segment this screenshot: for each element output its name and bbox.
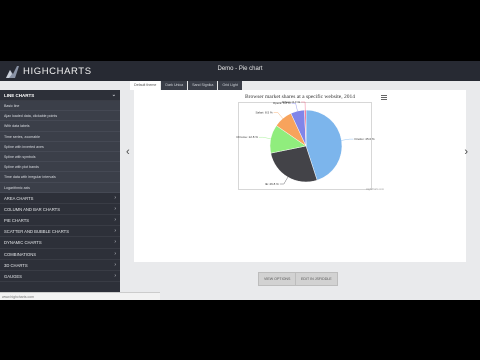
category-label: 3D CHARTS <box>4 262 28 268</box>
sidebar-category-gauges[interactable]: GAUGES › <box>0 271 120 283</box>
chevron-right-icon: › <box>114 217 116 224</box>
sidebar-category-scatter-bubble[interactable]: SCATTER AND BUBBLE CHARTS › <box>0 226 120 238</box>
highcharts-logo-icon <box>6 65 19 78</box>
pie-label-safari: Safari: 8.5 % <box>255 110 273 114</box>
category-label: AREA CHARTS <box>4 195 34 201</box>
sidebar-item[interactable]: With data labels <box>0 121 120 132</box>
category-label: SCATTER AND BUBBLE CHARTS <box>4 229 69 235</box>
sidebar-item[interactable]: Logarithmic axis <box>0 182 120 193</box>
category-label: PIE CHARTS <box>4 218 30 224</box>
category-label: COMBINATIONS <box>4 251 37 257</box>
chevron-right-icon: › <box>114 205 116 212</box>
page-title: Demo - Pie chart <box>217 66 263 72</box>
chevron-right-icon: › <box>114 273 116 279</box>
pie-label-others: Others: 0.7 % <box>282 100 301 104</box>
previous-demo-arrow-icon[interactable]: ‹ <box>126 146 130 158</box>
next-demo-arrow-icon[interactable]: › <box>464 146 468 158</box>
pie-label-firefox: Firefox: 45.0 % <box>354 137 375 141</box>
pie-connector-opera <box>291 103 298 112</box>
chart-credits[interactable]: Highcharts.com <box>366 188 384 191</box>
status-bar-url: www.highcharts.com <box>0 292 160 300</box>
sidebar-item[interactable]: Time data with irregular intervals <box>0 172 120 183</box>
brand-name: HIGHCHARTS <box>23 66 92 77</box>
pie-chart: Firefox: 45.0 % IE: 26.8 % Chrome: 12.8 % S… <box>236 100 375 186</box>
sidebar-item[interactable]: Basic line <box>0 101 120 112</box>
sidebar-item[interactable]: Spline with plot bands <box>0 162 120 173</box>
pie-connector-chrome <box>258 137 271 140</box>
chevron-right-icon: › <box>114 261 116 268</box>
pie-connector-ie <box>279 177 289 185</box>
theme-tabs: Default theme Dark Unica Sand Signika Gr… <box>130 81 243 90</box>
chevron-right-icon: › <box>114 250 116 257</box>
tab-dark-unica[interactable]: Dark Unica <box>161 81 188 90</box>
sidebar: LINE CHARTS ⌄ Basic line Ajax loaded dat… <box>0 90 120 300</box>
top-bar: HIGHCHARTS Demo - Pie chart <box>0 61 480 81</box>
main-content: ‹ Browser market shares at a specific we… <box>120 90 480 300</box>
sidebar-item[interactable]: Spline with symbols <box>0 151 120 163</box>
sidebar-item[interactable]: Spline with inverted axes <box>0 141 120 152</box>
category-label: GAUGES <box>4 274 22 279</box>
sidebar-section-line-charts[interactable]: LINE CHARTS ⌄ <box>0 90 120 101</box>
chevron-down-icon: ⌄ <box>111 92 116 98</box>
chevron-right-icon: › <box>114 239 116 246</box>
edit-in-jsfiddle-button[interactable]: EDIT IN JSFIDDLE <box>295 272 338 286</box>
sidebar-section-label: LINE CHARTS <box>4 93 35 98</box>
chart-container: Browser market shares at a specific webs… <box>134 90 466 262</box>
tab-default-theme[interactable]: Default theme <box>130 81 161 90</box>
sidebar-category-column-bar[interactable]: COLUMN AND BAR CHARTS › <box>0 204 120 216</box>
sidebar-category-pie[interactable]: PIE CHARTS › <box>0 215 120 227</box>
sidebar-item[interactable]: Time series, zoomable <box>0 131 120 142</box>
category-label: COLUMN AND BAR CHARTS <box>4 206 60 212</box>
pie-connector-safari <box>273 112 283 119</box>
sidebar-category-combinations[interactable]: COMBINATIONS › <box>0 249 120 260</box>
chevron-right-icon: › <box>114 228 116 235</box>
tab-grid-light[interactable]: Grid Light <box>218 81 242 90</box>
chevron-right-icon: › <box>114 194 116 201</box>
pie-connector-firefox <box>341 138 354 141</box>
sidebar-category-3d[interactable]: 3D CHARTS › <box>0 260 120 271</box>
sidebar-item[interactable]: Ajax loaded data, clickable points <box>0 111 120 122</box>
pie-label-ie: IE: 26.8 % <box>265 182 279 186</box>
pie-label-chrome: Chrome: 12.8 % <box>236 135 258 139</box>
tab-sand-signika[interactable]: Sand Signika <box>188 81 218 90</box>
view-options-button[interactable]: VIEW OPTIONS <box>258 272 297 286</box>
category-label: DYNAMIC CHARTS <box>4 240 42 246</box>
highcharts-logo[interactable]: HIGHCHARTS <box>6 65 92 78</box>
sidebar-category-area[interactable]: AREA CHARTS › <box>0 193 120 204</box>
browser-viewport: HIGHCHARTS Demo - Pie chart Default them… <box>0 61 480 300</box>
sidebar-category-dynamic[interactable]: DYNAMIC CHARTS › <box>0 237 120 249</box>
pie-connector-others <box>301 101 306 111</box>
